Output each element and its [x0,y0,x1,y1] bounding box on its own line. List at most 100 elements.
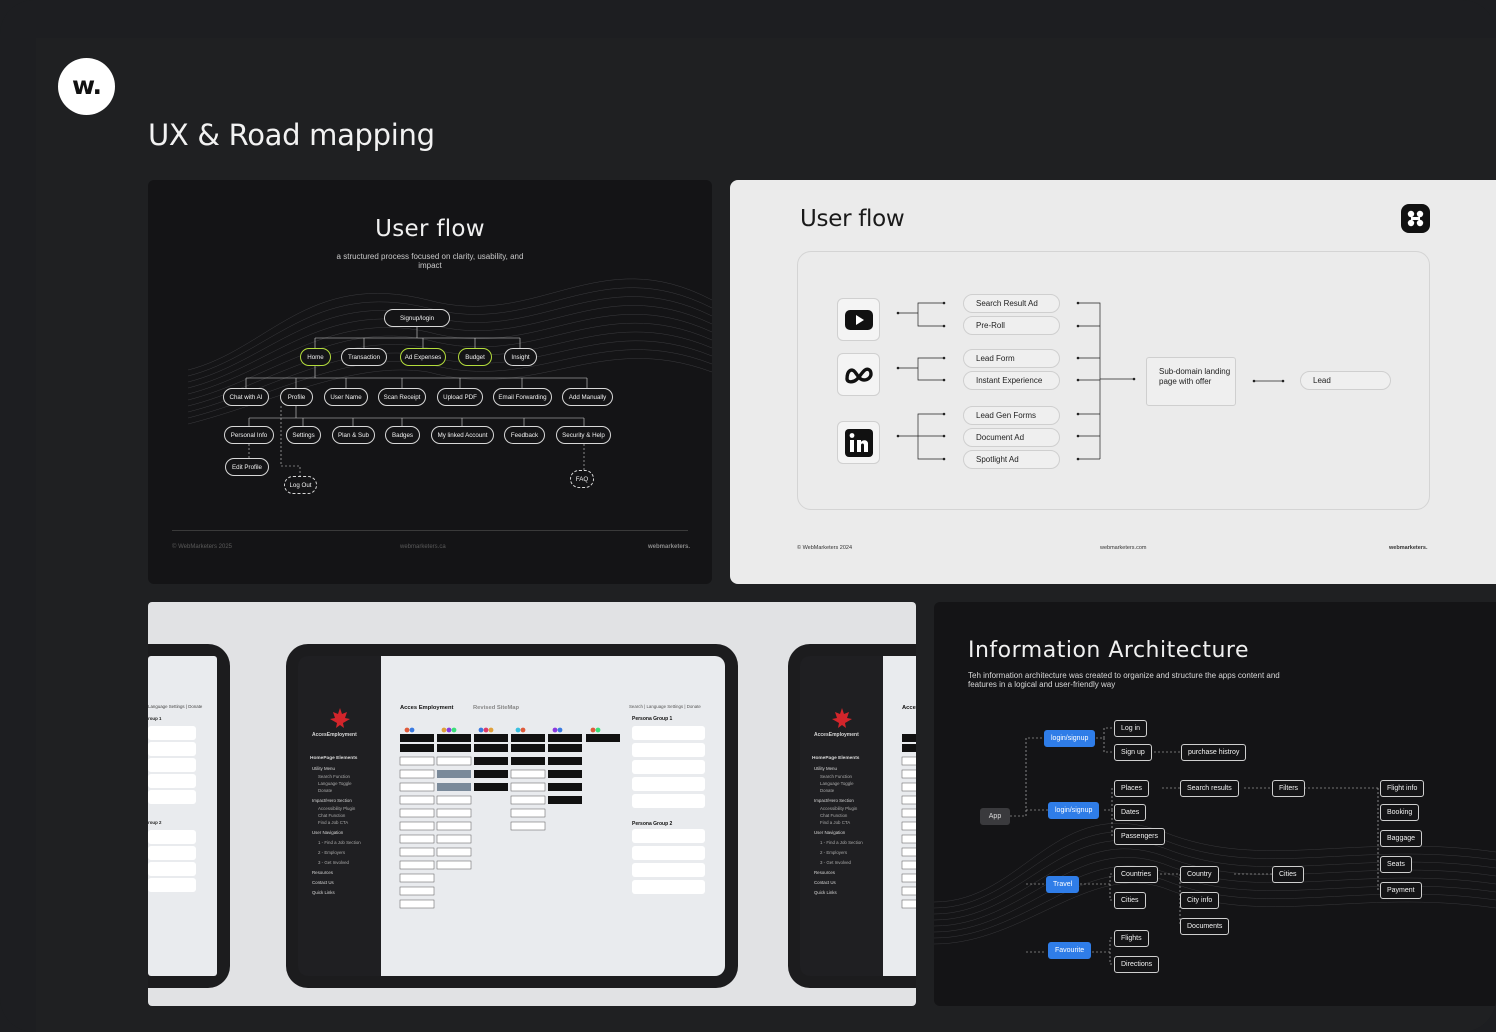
sidebar-item[interactable]: Chat Function [318,813,345,818]
sidebar-item[interactable]: User Navigation [814,830,845,835]
flow-node-faq[interactable]: FAQ [570,470,594,488]
landing-page-node[interactable]: Sub-domain landing page with offer [1146,357,1236,406]
sidebar-item[interactable]: Accessibility Plugin [820,806,857,811]
flow-node-personal-info[interactable]: Personal Info [224,426,274,444]
ia-node-passengers[interactable]: Passengers [1114,828,1165,845]
list-item [148,830,196,844]
ia-node-countries[interactable]: Countries [1114,866,1158,883]
ia-node-seats[interactable]: Seats [1380,856,1412,873]
sidebar-item[interactable]: Find a Job CTA [820,820,850,825]
flow-node-ad-expenses[interactable]: Ad Expenses [400,348,446,366]
sidebar-item[interactable]: Utility Menu [312,766,335,771]
ad-lead-form[interactable]: Lead Form [963,349,1060,368]
ia-node-payment[interactable]: Payment [1380,882,1422,899]
ia-node-login-signup-1[interactable]: login/signup [1044,730,1096,747]
flow-node-log-out[interactable]: Log Out [284,476,317,494]
sidebar-heading: HomePage Elements [812,756,860,761]
sidebar-item[interactable]: Chat Function [820,813,847,818]
lead-node[interactable]: Lead [1300,371,1391,390]
ia-node-directions[interactable]: Directions [1114,956,1160,973]
persona-row [632,743,705,757]
flow-node-insight[interactable]: Insight [504,348,537,366]
ia-node-flights[interactable]: Flights [1114,930,1149,947]
ia-node-places[interactable]: Places [1114,780,1150,797]
information-architecture-card[interactable]: Information Architecture Teh information… [934,602,1496,1006]
sidebar-item[interactable]: Resources [312,870,333,875]
ia-node-city-info[interactable]: City info [1180,892,1220,909]
flow-node-profile[interactable]: Profile [280,388,313,406]
ad-pre-roll[interactable]: Pre-Roll [963,316,1060,335]
sidebar-item[interactable]: Utility Menu [814,766,837,771]
showcase-frame: w. UX & Road mapping User flow a structu… [0,0,1496,1032]
brand-logo[interactable]: w. [58,58,115,115]
flow-node-transaction[interactable]: Transaction [341,348,387,366]
ad-instant-experience[interactable]: Instant Experience [963,371,1060,390]
user-flow-light-card[interactable]: User flow Search Result Ad Pre-Roll Lead… [730,180,1496,584]
ad-lead-gen-forms[interactable]: Lead Gen Forms [963,406,1060,425]
ia-node-purchase-history[interactable]: purchase histroy [1181,744,1247,761]
sidebar-item[interactable]: Quick Links [814,890,837,895]
ia-node-baggage[interactable]: Baggage [1380,830,1423,847]
sidebar-item[interactable]: User Navigation [312,830,343,835]
sidebar-item[interactable]: Impact/Hero Section [814,798,854,803]
flow-node-edit-profile[interactable]: Edit Profile [225,458,269,476]
ia-node-login-signup-2[interactable]: login/signup [1048,802,1100,819]
flow-node-upload-pdf[interactable]: Upload PDF [437,388,483,406]
sidebar-item[interactable]: 1 - Find a Job Section [318,840,361,845]
ia-node-booking[interactable]: Booking [1380,804,1420,821]
ia-node-favourite[interactable]: Favourite [1048,942,1092,959]
flow-node-budget[interactable]: Budget [458,348,492,366]
sidebar-item[interactable]: 3 - Get Involved [318,860,349,865]
sidebar-item[interactable]: Search Function [318,774,350,779]
ad-search-result[interactable]: Search Result Ad [963,294,1060,313]
ia-node-country[interactable]: Country [1180,866,1219,883]
ia-node-filters[interactable]: Filters [1272,780,1306,797]
sidebar-item[interactable]: Donate [318,788,332,793]
ia-node-search-results[interactable]: Search results [1180,780,1239,797]
ia-node-travel[interactable]: Travel [1046,876,1080,893]
flow-node-settings[interactable]: Settings [286,426,321,444]
ia-node-flight-info[interactable]: Flight info [1380,780,1425,797]
sidebar-item[interactable]: Impact/Hero Section [312,798,352,803]
sidebar-item[interactable]: Language Toggle [820,781,854,786]
flow-node-add-manually[interactable]: Add Manually [562,388,613,406]
sidebar-item[interactable]: 2 - Employers [318,850,345,855]
ia-node-documents[interactable]: Documents [1180,918,1230,935]
sidebar-item[interactable]: Donate [820,788,834,793]
flow-node-linked-account[interactable]: My linked Account [431,426,494,444]
ia-node-log-in[interactable]: Log in [1114,720,1148,737]
ia-node-app[interactable]: App [980,808,1010,825]
sidebar-item[interactable]: Find a Job CTA [318,820,348,825]
ad-spotlight[interactable]: Spotlight Ad [963,450,1060,469]
sidebar-item[interactable]: Quick Links [312,890,335,895]
user-flow-subtitle: a structured process focused on clarity,… [336,252,524,270]
sidebar-item[interactable]: Contact Us [312,880,334,885]
maple-leaf-icon [832,708,852,728]
sidebar-item[interactable]: Language Toggle [318,781,352,786]
sidebar-item[interactable]: Search Function [820,774,852,779]
footer-website: webmarketers.ca [400,544,446,550]
flow-node-plan-sub[interactable]: Plan & Sub [332,426,375,444]
ia-node-dates[interactable]: Dates [1114,804,1147,821]
ia-node-sign-up[interactable]: Sign up [1114,744,1152,761]
sidebar-item[interactable]: 1 - Find a Job Section [820,840,863,845]
sidebar-item[interactable]: Resources [814,870,835,875]
flow-node-signup[interactable]: Signup/login [384,309,450,327]
flow-node-user-name[interactable]: User Name [324,388,368,406]
sidebar-item[interactable]: Contact Us [814,880,836,885]
flow-node-email-forwarding[interactable]: Email Forwarding [493,388,552,406]
ia-node-cities-sub[interactable]: Cities [1272,866,1304,883]
sidebar-item[interactable]: Accessibility Plugin [318,806,355,811]
user-flow-dark-card[interactable]: User flow a structured process focused o… [148,180,712,584]
sidebar-item[interactable]: 3 - Get Involved [820,860,851,865]
flow-node-scan-receipt[interactable]: Scan Receipt [378,388,426,406]
flow-node-feedback[interactable]: Feedback [504,426,545,444]
flow-node-badges[interactable]: Badges [385,426,420,444]
flow-node-chat-ai[interactable]: Chat with AI [223,388,269,406]
flow-node-security-help[interactable]: Security & Help [556,426,611,444]
sidebar-item[interactable]: 2 - Employers [820,850,847,855]
ia-node-cities[interactable]: Cities [1114,892,1146,909]
flow-node-home[interactable]: Home [300,348,331,366]
sitemap-mockup-card[interactable]: Language Settings | Donate roup 1 roup 2… [148,602,916,1006]
ad-document[interactable]: Document Ad [963,428,1060,447]
